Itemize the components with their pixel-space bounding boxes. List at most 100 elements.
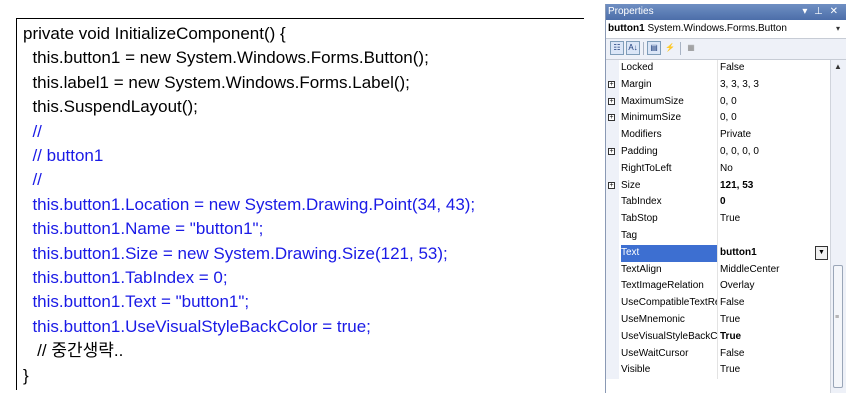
window-controls[interactable]: ▾ ⊥ ✕ <box>802 4 840 20</box>
property-value[interactable]: False <box>720 295 830 312</box>
scrollbar-thumb[interactable]: ≡ <box>833 265 843 388</box>
property-name: Text <box>621 244 718 262</box>
code-line: // <box>23 170 42 190</box>
code-editor[interactable]: private void InitializeComponent() { thi… <box>16 18 584 390</box>
code-line: // 중간생략.. <box>23 341 124 361</box>
property-value[interactable]: False <box>720 346 830 363</box>
row-gutter <box>606 295 619 312</box>
property-row-locked[interactable]: Locked False <box>606 60 830 77</box>
property-value[interactable]: 0 <box>720 194 830 211</box>
properties-title-bar: Properties ▾ ⊥ ✕ <box>606 4 846 20</box>
grip-icon: ≡ <box>835 314 840 321</box>
property-value[interactable]: 0, 0 <box>720 110 830 127</box>
toolbar-divider <box>680 42 681 55</box>
property-row-usewaitcursor[interactable]: UseWaitCursor False <box>606 345 830 363</box>
property-row-modifiers[interactable]: Modifiers Private <box>606 127 830 144</box>
row-gutter <box>606 211 619 228</box>
property-value[interactable]: False <box>720 60 830 77</box>
property-row-usemnemonic[interactable]: UseMnemonic True <box>606 311 830 329</box>
property-row-padding[interactable]: + Padding 0, 0, 0, 0 <box>606 143 830 161</box>
row-gutter <box>606 160 619 178</box>
property-value[interactable]: button1 <box>720 245 830 262</box>
categorized-icon[interactable]: ☷ <box>610 41 624 55</box>
code-line: this.SuspendLayout(); <box>23 97 198 117</box>
expand-icon[interactable]: + <box>608 97 615 105</box>
code-line: this.button1.TabIndex = 0; <box>23 268 228 287</box>
object-type: System.Windows.Forms.Button <box>647 23 787 34</box>
code-line: this.button1.UseVisualStyleBackColor = t… <box>23 316 371 336</box>
property-value[interactable]: MiddleCenter <box>720 262 830 279</box>
property-value[interactable]: True <box>720 312 830 329</box>
code-line: this.button1.Location = new System.Drawi… <box>23 194 476 214</box>
vertical-scrollbar[interactable]: ▲ ≡ <box>830 60 846 393</box>
property-value[interactable]: Overlay <box>720 278 830 295</box>
property-name: TextAlign <box>621 261 718 279</box>
expand-icon[interactable]: + <box>608 147 615 155</box>
code-line: // <box>23 121 42 141</box>
property-name: MaximumSize <box>621 93 718 111</box>
properties-icon[interactable]: ▤ <box>647 41 661 55</box>
property-value[interactable]: True <box>720 329 830 346</box>
object-selector[interactable]: button1 System.Windows.Forms.Button ▾ <box>606 20 846 39</box>
row-gutter <box>606 261 619 279</box>
property-name: MinimumSize <box>621 110 718 128</box>
property-value[interactable]: 3, 3, 3, 3 <box>720 77 830 94</box>
events-icon[interactable]: ⚡ <box>663 41 677 55</box>
property-value[interactable]: True <box>720 211 830 228</box>
object-name: button1 <box>608 23 645 34</box>
property-name: TextImageRelation <box>621 278 718 296</box>
property-row-textimagerelation[interactable]: TextImageRelation Overlay <box>606 278 830 296</box>
code-line: this.button1.Text = "button1"; <box>23 292 250 312</box>
row-gutter <box>606 227 619 245</box>
row-gutter <box>606 194 619 212</box>
code-line: this.button1.Size = new System.Drawing.S… <box>23 243 448 263</box>
property-row-tabstop[interactable]: TabStop True <box>606 211 830 228</box>
toolbar-divider <box>643 42 644 55</box>
property-row-textalign[interactable]: TextAlign MiddleCenter <box>606 261 830 279</box>
property-row-righttoleft[interactable]: RightToLeft No <box>606 160 830 178</box>
row-gutter <box>606 328 619 346</box>
property-value[interactable]: 121, 53 <box>720 178 830 195</box>
code-line: } <box>23 365 29 385</box>
property-name: Locked <box>621 60 718 77</box>
chevron-down-icon[interactable]: ▾ <box>836 20 840 38</box>
expand-icon[interactable]: + <box>608 80 615 88</box>
property-name: UseWaitCursor <box>621 345 718 363</box>
property-value[interactable]: Private <box>720 127 830 144</box>
row-gutter <box>606 60 619 77</box>
expand-icon[interactable]: + <box>608 114 615 122</box>
dropdown-arrow-icon[interactable]: ▼ <box>815 245 828 260</box>
property-name: Size <box>621 177 718 195</box>
row-gutter <box>606 278 619 296</box>
property-value[interactable]: 0, 0 <box>720 94 830 111</box>
property-row-visible[interactable]: Visible True <box>606 362 830 380</box>
expand-icon[interactable]: + <box>608 181 615 189</box>
property-value[interactable]: 0, 0, 0, 0 <box>720 144 830 161</box>
property-row-text[interactable]: Text button1 ▼ <box>606 244 830 262</box>
property-name: UseMnemonic <box>621 311 718 329</box>
property-row-usevisualstylebackco[interactable]: UseVisualStyleBackCo True <box>606 328 830 346</box>
row-gutter <box>606 311 619 329</box>
scroll-up-icon[interactable]: ▲ <box>834 62 842 71</box>
property-name: Visible <box>621 362 718 380</box>
property-row-margin[interactable]: + Margin 3, 3, 3, 3 <box>606 76 830 94</box>
property-value[interactable] <box>720 228 830 245</box>
property-pages-icon[interactable]: ▦ <box>684 41 698 55</box>
property-name: TabIndex <box>621 194 718 212</box>
property-row-usecompatibletextre[interactable]: UseCompatibleTextRe False <box>606 295 830 312</box>
property-name: Tag <box>621 227 718 245</box>
property-value[interactable]: True <box>720 362 830 379</box>
property-row-size[interactable]: + Size 121, 53 <box>606 177 830 195</box>
property-row-tabindex[interactable]: TabIndex 0 <box>606 194 830 212</box>
property-name: TabStop <box>621 211 718 228</box>
property-value[interactable]: No <box>720 161 830 178</box>
row-gutter <box>606 345 619 363</box>
alphabetical-icon[interactable]: A↓ <box>626 41 640 55</box>
properties-toolbar: ☷ A↓ ▤ ⚡ ▦ <box>606 39 846 60</box>
code-line: // button1 <box>23 146 104 165</box>
property-row-tag[interactable]: Tag <box>606 227 830 245</box>
property-row-minimumsize[interactable]: + MinimumSize 0, 0 <box>606 110 830 128</box>
row-gutter <box>606 362 619 380</box>
property-row-maximumsize[interactable]: + MaximumSize 0, 0 <box>606 93 830 111</box>
property-name: UseVisualStyleBackCo <box>621 328 718 346</box>
